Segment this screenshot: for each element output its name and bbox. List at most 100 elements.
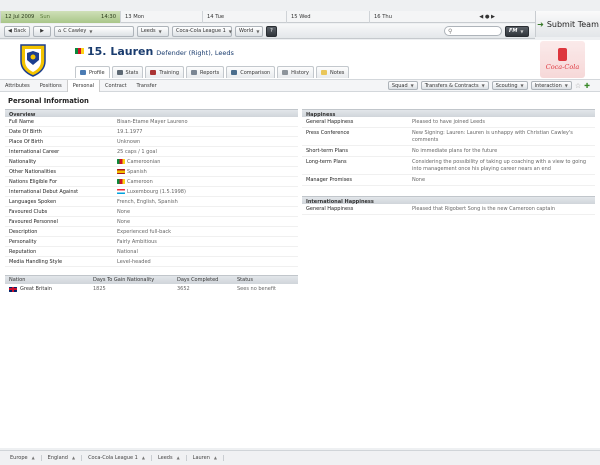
field-value: Bisan-Etame Mayer Laureno [117, 119, 188, 125]
chevron-up-icon: ▲ [176, 455, 180, 460]
page-title: Personal Information [8, 97, 89, 105]
squad-menu[interactable]: Squad ▼ [387, 81, 418, 90]
table-row[interactable]: International Career 25 caps / 1 goal [5, 147, 298, 157]
calendar-day[interactable]: 13 Mon [120, 11, 202, 23]
field-label: Nations Eligible For [9, 178, 58, 185]
calendar-nav-controls[interactable]: ◀ ● ▶ [479, 14, 495, 20]
table-row[interactable]: Media Handling Style Level-headed [5, 257, 298, 267]
team-dropdown[interactable]: Leeds ▼ [137, 25, 169, 37]
table-row[interactable]: Description Experienced full-back [5, 227, 298, 237]
chevron-up-icon: ▲ [213, 455, 217, 460]
fm-menu-button[interactable]: FM ▼ [505, 25, 529, 37]
table-row[interactable]: Personality Fairly Ambitious [5, 237, 298, 247]
breadcrumb-item[interactable]: Leeds ▲ [152, 455, 187, 461]
help-button[interactable]: ? [266, 25, 277, 37]
calendar-day[interactable]: 14 Tue [202, 11, 286, 23]
field-label: Manager Promises [306, 176, 352, 183]
table-row[interactable]: Place Of Birth Unknown [5, 137, 298, 147]
comparison-icon [231, 70, 238, 75]
search-input[interactable]: ⚲ [444, 26, 502, 36]
tab-stats[interactable]: Stats [111, 66, 144, 78]
breadcrumb-item[interactable]: Europe ▲ [4, 455, 42, 461]
breadcrumb-item[interactable]: Coca-Cola League 1 ▲ [82, 455, 152, 461]
field-value: Considering the possibility of taking up… [412, 158, 587, 172]
subtab-personal[interactable]: Personal [66, 79, 101, 92]
table-row[interactable]: Nationality Cameroonian [5, 157, 298, 167]
back-button[interactable]: ◀ Back [4, 25, 30, 37]
flag-icon [117, 169, 125, 174]
table-row[interactable]: Other Nationalities Spanish [5, 167, 298, 177]
tab-comparison[interactable]: Comparison [226, 66, 276, 78]
overview-table: Overview Full Name Bisan-Etame Mayer Laur… [5, 109, 298, 267]
tab-profile[interactable]: Profile [75, 66, 110, 78]
breadcrumb: Europe ▲ England ▲ Coca-Cola League 1 ▲ Leeds ▲… [0, 450, 600, 465]
table-row[interactable]: Languages Spoken French, English, Spanish [5, 197, 298, 207]
tab-history[interactable]: History [277, 66, 314, 78]
tab-notes[interactable]: Notes [315, 66, 350, 78]
chevron-down-icon: ▼ [520, 83, 524, 88]
table-row[interactable]: Manager Promises None [302, 175, 595, 186]
breadcrumb-item[interactable]: England ▲ [42, 455, 83, 461]
field-value: Level-headed [117, 259, 151, 265]
breadcrumb-item[interactable]: Lauren ▲ [187, 455, 224, 461]
calendar-day[interactable]: 16 Thu ◀ ● ▶ [369, 11, 499, 23]
calendar-date: 13 [125, 14, 132, 20]
field-label: Press Conference [306, 129, 350, 136]
competition-dropdown[interactable]: Coca-Cola League 1 ▼ [172, 25, 232, 37]
world-dropdown[interactable]: World ▼ [235, 25, 263, 37]
interaction-menu[interactable]: Interaction ▼ [530, 81, 572, 90]
player-title: 15. Lauren Defender (Right), Leeds [75, 45, 234, 58]
field-label: International Debut Against [9, 188, 79, 195]
flag-icon [117, 189, 125, 194]
table-row[interactable]: Favoured Clubs None [5, 207, 298, 217]
arrow-right-icon: ➜ [537, 19, 544, 29]
table-row[interactable]: Nations Eligible For Cameroon [5, 177, 298, 187]
intl-happiness-rows: General Happiness Pleased that Rigobert S… [302, 204, 595, 215]
field-value: Unknown [117, 139, 140, 145]
tab-training[interactable]: Training [145, 66, 185, 78]
scouting-menu[interactable]: Scouting ▼ [491, 81, 528, 90]
table-row[interactable]: Reputation National [5, 247, 298, 257]
table-row[interactable]: Short-term Plans No immediate plans for t… [302, 146, 595, 157]
subtab-positions[interactable]: Positions [35, 80, 67, 92]
subtab-contract[interactable]: Contract [100, 80, 132, 92]
table-row[interactable]: Long-term Plans Considering the possibili… [302, 157, 595, 175]
calendar-day[interactable]: 15 Wed [286, 11, 369, 23]
table-row[interactable]: Great Britain 1825 3652 Sees no benefit [5, 284, 298, 294]
calendar-day-today[interactable]: 12 Jul 2009 Sun 14:30 [0, 11, 120, 23]
table-row[interactable]: Press Conference New Signing: Lauren: Lau… [302, 128, 595, 146]
table-row[interactable]: Date Of Birth 19.1.1977 [5, 127, 298, 137]
calendar-weekday: Sun [40, 14, 50, 20]
field-value-text: Level-headed [117, 258, 151, 265]
table-row[interactable]: General Happiness Pleased that Rigobert S… [302, 204, 595, 215]
table-row[interactable]: International Debut Against Luxembourg (1… [5, 187, 298, 197]
calendar-strip: 12 Jul 2009 Sun 14:30 13 Mon 14 Tue 15 W… [0, 11, 535, 23]
subtab-transfer[interactable]: Transfer [132, 80, 162, 92]
table-row[interactable]: Full Name Bisan-Etame Mayer Laureno [5, 117, 298, 127]
transfers-contracts-menu[interactable]: Transfers & Contracts ▼ [420, 81, 489, 90]
world-label: World [239, 28, 254, 34]
calendar-time: 14:30 [101, 14, 116, 20]
reports-icon [191, 70, 198, 75]
add-icon[interactable]: ✚ [584, 82, 590, 90]
forward-button[interactable]: ▶ [33, 25, 51, 37]
field-value-text: Spanish [127, 168, 147, 175]
back-label: Back [13, 28, 26, 34]
star-icon[interactable]: ☆ [575, 82, 581, 90]
intl-happiness-table: International Happiness General Happines… [302, 196, 595, 215]
tab-reports[interactable]: Reports [186, 66, 225, 78]
subtab-attributes[interactable]: Attributes [0, 80, 35, 92]
player-name: 15. Lauren [87, 45, 154, 58]
breadcrumb-label: Lauren [192, 455, 210, 461]
chevron-up-icon: ▲ [71, 455, 76, 460]
cameroon-flag-icon [75, 48, 84, 54]
table-row[interactable]: General Happiness Pleased to have joined … [302, 117, 595, 128]
manager-dropdown[interactable]: ⌂ C Cawley ▼ [54, 25, 134, 37]
submit-team-button[interactable]: ➜ Submit Team [535, 11, 600, 37]
sponsor-logo: Coca-Cola [540, 41, 585, 78]
chevron-down-icon: ▼ [228, 28, 232, 34]
field-value: Spanish [117, 169, 147, 175]
table-row[interactable]: Favoured Personnel None [5, 217, 298, 227]
profile-tabs: Profile Stats Training Reports Compariso… [75, 66, 350, 78]
calendar-date: 15 [291, 14, 298, 20]
